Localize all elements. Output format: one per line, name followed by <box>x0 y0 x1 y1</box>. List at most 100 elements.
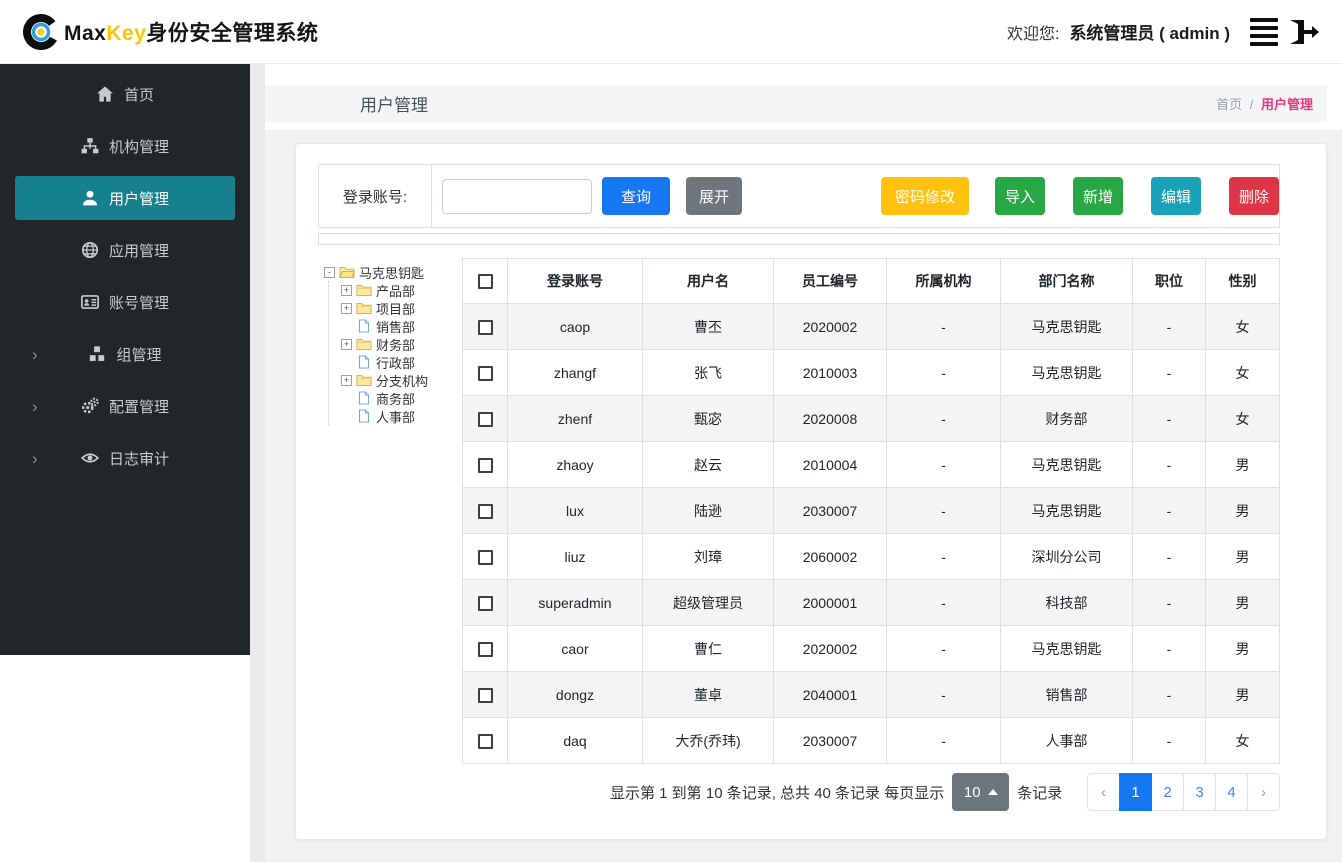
pagination-page-2[interactable]: 2 <box>1151 773 1184 811</box>
sidebar-item-app[interactable]: 应用管理 <box>0 224 250 276</box>
cell-gender: 女 <box>1205 303 1280 350</box>
column-header-username: 用户名 <box>642 258 774 304</box>
row-checkbox[interactable] <box>477 319 493 335</box>
hamburger-icon[interactable] <box>1250 17 1278 46</box>
expand-button[interactable]: 展开 <box>686 177 742 215</box>
pagination-next-button[interactable]: › <box>1247 773 1280 811</box>
add-button[interactable]: 新增 <box>1073 177 1123 215</box>
row-checkbox[interactable] <box>477 457 493 473</box>
table-row[interactable]: zhaoy 赵云 2010004- 马克思钥匙 - 男 <box>462 441 1280 488</box>
select-all-cell <box>462 258 508 304</box>
welcome-label: 欢迎您: <box>1006 25 1060 43</box>
cell-department: 马克思钥匙 <box>1000 625 1133 672</box>
change-password-button[interactable]: 密码修改 <box>881 177 969 215</box>
sidebar-item-home[interactable]: 首页 <box>0 68 250 120</box>
row-checkbox[interactable] <box>477 687 493 703</box>
search-toolbar: 登录账号: 查询 展开 密码修改 导入 新增 编辑 删除 <box>318 164 1280 228</box>
cell-username: 赵云 <box>642 441 774 488</box>
row-checkbox[interactable] <box>477 503 493 519</box>
tree-node-0[interactable]: + 产品部 <box>340 281 462 299</box>
table-row[interactable]: liuz 刘璋 2060002- 深圳分公司 - 男 <box>462 533 1280 580</box>
login-account-input[interactable] <box>442 178 592 214</box>
pagination-page-3[interactable]: 3 <box>1183 773 1216 811</box>
pagination-page-1[interactable]: 1 <box>1119 773 1152 811</box>
page-size-dropdown[interactable]: 10 <box>952 773 1010 811</box>
row-checkbox[interactable] <box>477 733 493 749</box>
sidebar-item-org[interactable]: 机构管理 <box>0 120 250 172</box>
cell-login: daq <box>507 717 643 764</box>
tree-expander-icon[interactable]: - <box>324 266 335 278</box>
tree-expander-icon[interactable]: + <box>341 284 352 296</box>
table-row[interactable]: superadmin 超级管理员 2000001- 科技部 - 男 <box>462 579 1280 626</box>
tree-expander-icon[interactable]: + <box>341 374 352 386</box>
tree-node-3[interactable]: + 财务部 <box>340 335 462 353</box>
row-checkbox[interactable] <box>477 549 493 565</box>
tree-node-7[interactable]: 人事部 <box>340 407 462 425</box>
delete-button[interactable]: 删除 <box>1229 177 1279 215</box>
tree-node-6[interactable]: 商务部 <box>340 389 462 407</box>
user-table: 登录账号 用户名 员工编号 所属机构 部门名称 职位 性别 caop 曹丕 2020002- 马克… <box>462 258 1280 764</box>
edit-button[interactable]: 编辑 <box>1151 177 1201 215</box>
row-select-cell <box>462 349 508 396</box>
sidebar-item-user[interactable]: 用户管理 <box>15 176 235 220</box>
cell-position: - <box>1132 349 1206 396</box>
tree-node-5[interactable]: + 分支机构 <box>340 371 462 389</box>
tree-node-4[interactable]: 行政部 <box>340 353 462 371</box>
cell-org: - <box>886 303 1001 350</box>
column-header-gender: 性别 <box>1205 258 1280 304</box>
breadcrumb-home-link[interactable]: 首页 <box>1216 97 1242 112</box>
cell-org: - <box>886 441 1001 488</box>
tree-expander-icon[interactable]: + <box>341 338 352 350</box>
cell-username: 曹仁 <box>642 625 774 672</box>
current-user: 系统管理员 ( admin ) <box>1069 24 1230 43</box>
select-all-checkbox[interactable] <box>477 274 493 290</box>
breadcrumb: 首页 / 用户管理 <box>1216 94 1327 113</box>
sidebar-item-label: 日志审计 <box>108 450 169 468</box>
table-row[interactable]: daq 大乔(乔玮) 2030007- 人事部 - 女 <box>462 717 1280 764</box>
file-icon <box>356 319 372 333</box>
eye-icon <box>80 449 99 467</box>
table-row[interactable]: caop 曹丕 2020002- 马克思钥匙 - 女 <box>462 303 1280 350</box>
row-checkbox[interactable] <box>477 365 493 381</box>
org-tree: - 马克思钥匙 + 产品部 + 项目部销售部 + 财务部 行政部 + 分支机构 商务部人事部 <box>318 258 462 811</box>
table-row[interactable]: zhenf 甄宓 2020008- 财务部 - 女 <box>462 395 1280 442</box>
caret-up-icon <box>987 789 998 795</box>
cell-username: 超级管理员 <box>642 579 774 626</box>
sidebar-item-group[interactable]: › 组管理 <box>0 328 250 380</box>
tree-node-1[interactable]: + 项目部 <box>340 299 462 317</box>
sidebar-item-label: 首页 <box>123 86 154 104</box>
import-button[interactable]: 导入 <box>995 177 1045 215</box>
row-checkbox[interactable] <box>477 595 493 611</box>
table-row[interactable]: zhangf 张飞 2010003- 马克思钥匙 - 女 <box>462 349 1280 396</box>
cell-org: - <box>886 349 1001 396</box>
table-row[interactable]: caor 曹仁 2020002- 马克思钥匙 - 男 <box>462 625 1280 672</box>
row-select-cell <box>462 533 508 580</box>
tree-node-label: 销售部 <box>376 319 416 335</box>
summary-suffix: 条记录 <box>1017 784 1063 802</box>
row-select-cell <box>462 303 508 350</box>
cell-department: 马克思钥匙 <box>1000 303 1133 350</box>
row-checkbox[interactable] <box>477 641 493 657</box>
table-row[interactable]: lux 陆逊 2030007- 马克思钥匙 - 男 <box>462 487 1280 534</box>
sidebar-item-config[interactable]: › 配置管理 <box>0 380 250 432</box>
table-row[interactable]: dongz 董卓 2040001- 销售部 - 男 <box>462 671 1280 718</box>
sidebar-item-audit[interactable]: › 日志审计 <box>0 432 250 484</box>
tree-expander-icon[interactable]: + <box>341 302 352 314</box>
row-checkbox[interactable] <box>477 411 493 427</box>
cell-employee-no: 2020002 <box>773 625 887 672</box>
cell-department: 马克思钥匙 <box>1000 349 1133 396</box>
tree-node-root[interactable]: - 马克思钥匙 <box>323 263 462 281</box>
main-panel: 登录账号: 查询 展开 密码修改 导入 新增 编辑 删除 - 马克思钥匙 + 产品部 +… <box>295 143 1327 840</box>
table-header-row: 登录账号 用户名 员工编号 所属机构 部门名称 职位 性别 <box>462 258 1280 304</box>
row-select-cell <box>462 671 508 718</box>
query-button[interactable]: 查询 <box>602 177 670 215</box>
sidebar-item-account[interactable]: 账号管理 <box>0 276 250 328</box>
tree-node-2[interactable]: 销售部 <box>340 317 462 335</box>
cell-login: liuz <box>507 533 643 580</box>
tree-node-label: 人事部 <box>376 409 416 425</box>
cell-employee-no: 2000001 <box>773 579 887 626</box>
pagination-prev-button[interactable]: ‹ <box>1087 773 1120 811</box>
logout-icon[interactable] <box>1286 17 1320 47</box>
file-icon <box>356 409 372 423</box>
pagination-page-4[interactable]: 4 <box>1215 773 1248 811</box>
